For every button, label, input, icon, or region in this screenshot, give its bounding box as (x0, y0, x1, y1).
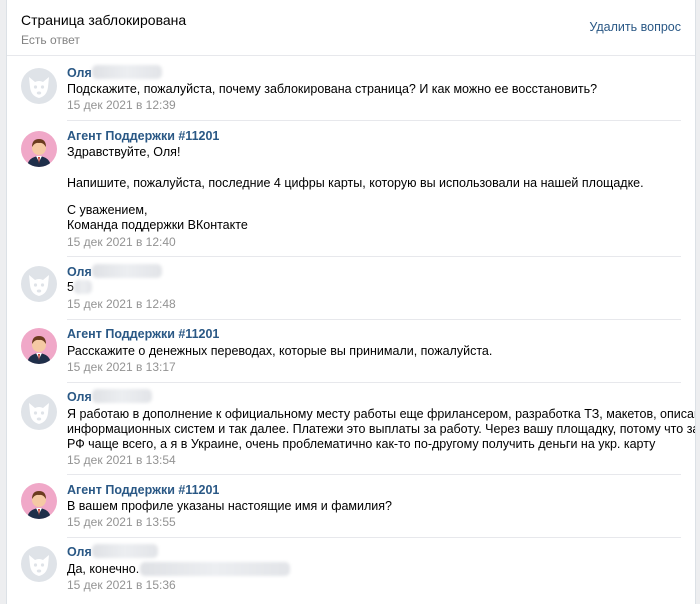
message-author[interactable]: Оля (67, 390, 92, 404)
redacted-surname (92, 544, 158, 558)
message-text: Команда поддержки ВКонтакте (67, 218, 248, 232)
page-title: Страница заблокирована (21, 12, 187, 28)
message-text: В вашем профиле указаны настоящие имя и … (67, 499, 392, 513)
message-text: Подскажите, пожалуйста, почему заблокиро… (67, 82, 598, 96)
message-text: РФ чаще всего, а я в Украине, очень проб… (67, 437, 656, 451)
message-time[interactable]: 15 дек 2021 в 13:17 (67, 360, 176, 374)
message-text: Я работаю в дополнение к официальному ме… (67, 407, 696, 421)
message-author[interactable]: Агент Поддержки #11201 (67, 327, 219, 341)
dog-avatar-icon (29, 275, 49, 296)
user-avatar[interactable] (21, 266, 57, 302)
message-divider (67, 120, 681, 121)
agent-avatar[interactable] (21, 483, 57, 519)
agent-avatar[interactable] (21, 328, 57, 364)
agent-avatar-icon (27, 139, 51, 167)
agent-avatar-icon (27, 491, 51, 519)
message-text: Да, конечно. (67, 562, 140, 576)
message-time[interactable]: 15 дек 2021 в 15:36 (67, 578, 176, 592)
message-text: 5 (67, 280, 74, 294)
user-avatar[interactable] (21, 394, 57, 430)
message-time[interactable]: 15 дек 2021 в 12:40 (67, 235, 176, 249)
message-divider (67, 537, 681, 538)
message-author[interactable]: Оля (67, 545, 92, 559)
redacted-surname (92, 65, 162, 79)
agent-avatar[interactable] (21, 131, 57, 167)
message-author[interactable]: Оля (67, 66, 92, 80)
message-text: Расскажите о денежных переводах, которые… (67, 344, 493, 358)
user-avatar[interactable] (21, 68, 57, 104)
message-time[interactable]: 15 дек 2021 в 13:54 (67, 453, 176, 467)
message-time[interactable]: 15 дек 2021 в 12:39 (67, 98, 176, 112)
status-label: Есть ответ (21, 33, 80, 47)
message-divider (67, 319, 681, 320)
user-avatar[interactable] (21, 546, 57, 582)
delete-question-link[interactable]: Удалить вопрос (589, 20, 681, 34)
agent-avatar-icon (27, 336, 51, 364)
message-time[interactable]: 15 дек 2021 в 13:55 (67, 515, 176, 529)
message-text: Напишите, пожалуйста, последние 4 цифры … (67, 176, 644, 190)
message-divider (67, 474, 681, 475)
message-author[interactable]: Агент Поддержки #11201 (67, 129, 219, 143)
dog-avatar-icon (29, 403, 49, 424)
redacted-surname (92, 389, 152, 403)
redacted-card-digits (74, 280, 92, 294)
message-divider (67, 382, 681, 383)
dog-avatar-icon (29, 77, 49, 98)
message-text: информационных систем и так далее. Плате… (67, 422, 696, 436)
redacted-text (140, 562, 290, 576)
dog-avatar-icon (29, 555, 49, 576)
message-text: Здравствуйте, Оля! (67, 145, 181, 159)
redacted-surname (92, 264, 162, 278)
ticket-header: Страница заблокирована Есть ответ Удалит… (7, 0, 695, 56)
ticket-panel: Страница заблокирована Есть ответ Удалит… (6, 0, 696, 604)
message-text: С уважением, (67, 203, 148, 217)
message-time[interactable]: 15 дек 2021 в 12:48 (67, 297, 176, 311)
message-author[interactable]: Оля (67, 265, 92, 279)
message-divider (67, 256, 681, 257)
message-author[interactable]: Агент Поддержки #11201 (67, 483, 219, 497)
